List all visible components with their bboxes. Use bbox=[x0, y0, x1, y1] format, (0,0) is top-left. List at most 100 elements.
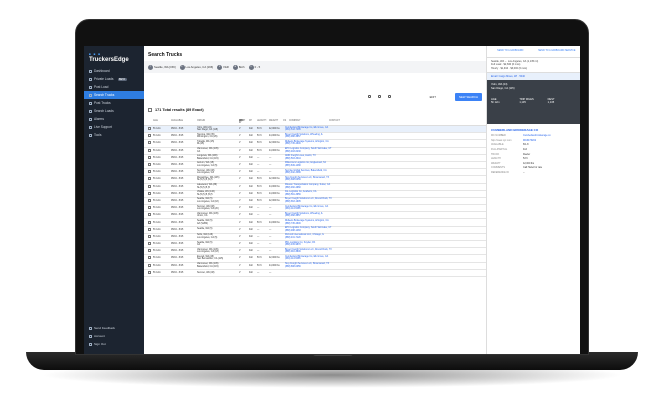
sidebar-item-live-support[interactable]: Live Support bbox=[84, 123, 144, 131]
row-company[interactable]: Cumberland Brokerage Co, Elk Grove, CA (6… bbox=[285, 127, 365, 132]
stat-value: 1,135 bbox=[519, 101, 526, 105]
table-row[interactable]: 5h 12m 05/16 - 8/15 Vancouver, WA (145) Los… bbox=[144, 248, 486, 256]
table-row[interactable]: 5h 12m 05/16 - 8/15 Sumner, WA (48) Los Ang… bbox=[144, 205, 486, 213]
row-weight: 42,000 lbs bbox=[269, 178, 280, 181]
sidebar-icon bbox=[89, 69, 92, 73]
row-company[interactable]: PDL Logistics Co, Snyder, PA (888) 434-98… bbox=[285, 242, 365, 247]
row-destination: CA bbox=[197, 244, 201, 247]
row-company[interactable]: Ridleelo Brokerage Systems, Arlington, C… bbox=[285, 220, 365, 225]
sidebar-item-alarms[interactable]: Alarms bbox=[84, 115, 144, 123]
print-icon[interactable] bbox=[388, 95, 391, 98]
table-row[interactable]: 5h 12m 05/16 - 8/15 Vancouver, WA (145) CA V… bbox=[144, 148, 486, 155]
table-row[interactable]: 5h 12m 05/16 - 8/15 Longview, WA (109) Bake… bbox=[144, 155, 486, 162]
column-header[interactable]: LENGTH bbox=[257, 120, 269, 125]
row-company[interactable]: AMD Freight Lines, Austin, TX (888) 503-3… bbox=[285, 155, 365, 160]
table-row[interactable]: 5h 12m 05/16 - 8/15 Wenatchee, WA (145) SL(… bbox=[144, 176, 486, 184]
sidebar-item-label: Search Trucks bbox=[94, 93, 115, 97]
company-phone: (888) 745-4646 bbox=[285, 143, 301, 146]
row-company[interactable]: Buyer Freight Solutions, Wheeling, IL (88… bbox=[285, 134, 365, 139]
column-header[interactable]: FP bbox=[249, 120, 257, 125]
destination-filter[interactable]: F Los Angeles, CA [196] bbox=[179, 64, 213, 70]
row-company[interactable]: Cumberland Brokerage Co, Elk Grove, CA (6… bbox=[285, 206, 365, 211]
checkbox-icon bbox=[148, 170, 151, 174]
row-destination: Los Angeles, CA (18) bbox=[197, 200, 219, 203]
row-company[interactable]: Buyer Freight Solutions LLC, Round Rock,… bbox=[285, 198, 365, 203]
table-row[interactable]: 5h 12m 05/16 - 8/15 Tukwila, WA (15) DL(15)… bbox=[144, 140, 486, 148]
row-company[interactable]: Ridleelo Brokerage Systems, Arlington, C… bbox=[285, 141, 365, 146]
checkbox-icon bbox=[148, 213, 151, 217]
sidebar-item-search-loads[interactable]: Search Loads bbox=[84, 107, 144, 115]
row-available: 05/16 - 8/15 bbox=[171, 171, 184, 174]
table-row[interactable]: 5h 12m 05/16 - 8/15 Tacoma, WA (35) Wilming… bbox=[144, 133, 486, 141]
age-filter[interactable]: ⏱ 0 - 5 bbox=[248, 64, 260, 70]
sidebar-item-post-trucks[interactable]: Post Trucks bbox=[84, 99, 144, 107]
beta-badge: BETA bbox=[117, 77, 127, 81]
table-row[interactable]: 5h 12m 05/16 - 8/15 Auburn, WA (15) Los Ang… bbox=[144, 162, 486, 170]
sidebar-bottom-account[interactable]: Account bbox=[84, 332, 144, 340]
sidebar-item-private-loads[interactable]: Private Loads BETA bbox=[84, 75, 144, 83]
search-filters[interactable]: T Seattle, WA [159] F Los Angeles, CA [196… bbox=[144, 61, 486, 73]
table-row[interactable]: 5h 12m 05/16 - 8/15 Vidalia, WA (146) SL(5,… bbox=[144, 191, 486, 198]
row-available: 05/16 - 8/15 bbox=[171, 257, 184, 260]
row-company[interactable]: Cumberland Brokerage Co, Elk Grove, CA (6… bbox=[285, 256, 365, 261]
row-company[interactable]: Stoy Freight Services LLC, Brownwood, TX… bbox=[285, 263, 365, 268]
sidebar-item-dashboard[interactable]: Dashboard bbox=[84, 67, 144, 75]
row-available: 05/16 - 8/15 bbox=[171, 164, 184, 167]
column-header[interactable]: AGE bbox=[153, 120, 171, 125]
table-row[interactable]: 5h 12m 05/16 - 8/15 Seattle, WA (5) V Full — —… bbox=[144, 227, 486, 234]
row-company[interactable]: Buyer Freight Solutions, Wheeling, IL (88… bbox=[285, 213, 365, 218]
table-row[interactable]: 5h 12m 05/16 - 8/15 Yelm, WA (24) San Diego… bbox=[144, 126, 486, 134]
table-row[interactable]: 5h 12m 05/16 - 8/15 Seattle, WA (5) CA V Full… bbox=[144, 241, 486, 249]
new-search-button[interactable]: NEW SEARCH bbox=[455, 93, 482, 101]
row-company[interactable]: EPC Logistics Company, South Salt Lake, … bbox=[285, 148, 365, 153]
table-row[interactable]: 5h 12m 05/16 - 8/15 Vancouver, WA (145) Bak… bbox=[144, 263, 486, 270]
row-equipment: V bbox=[239, 185, 241, 188]
row-company[interactable]: Mission Transportation Company, Sutter, … bbox=[285, 184, 365, 189]
row-company[interactable]: Buyer Freight Solutions LLC, Round Rock,… bbox=[285, 249, 365, 254]
equipment-filter[interactable]: R V&R bbox=[217, 64, 229, 70]
company-name[interactable]: CUMBERLAND BROKERAGE CO bbox=[487, 124, 580, 134]
table-row[interactable]: 5h 12m 05/16 - 8/15 Lakewood, WA (39) SL(5,… bbox=[144, 184, 486, 191]
row-weight: 42,000 lbs bbox=[269, 128, 280, 131]
table-row[interactable]: 5h 12m 05/16 - 8/15 Sumner, WA (48) Los Ang… bbox=[144, 169, 486, 177]
column-header[interactable]: CONTACT bbox=[329, 120, 340, 125]
email-bar[interactable]: Email: Cargo Mixes, WI · 5040 bbox=[487, 73, 580, 81]
select-all-checkbox[interactable] bbox=[148, 108, 152, 112]
mode-filter[interactable]: A Both bbox=[232, 64, 245, 70]
row-company[interactable]: Stoy Freight Services LLC, Brownwood, TX… bbox=[285, 177, 365, 182]
column-header[interactable]: AVAILABLE bbox=[171, 120, 197, 125]
company-phone: (888) 808-0056 bbox=[285, 179, 301, 182]
row-weight: 44,000 lbs bbox=[269, 135, 280, 138]
row-company[interactable]: IGL Logistics Co, Anaheim, CA (888) 591-3… bbox=[285, 191, 365, 196]
sidebar-item-search-trucks[interactable]: Search Trucks bbox=[84, 91, 144, 99]
sidebar-bottom-send-feedback[interactable]: Send Feedback bbox=[84, 324, 144, 332]
sidebar-item-post-load[interactable]: Post Load bbox=[84, 83, 144, 91]
table-row[interactable]: 5h 12m 05/16 - 8/15 Sollo, WA (146) Los Ang… bbox=[144, 234, 486, 241]
table-row[interactable]: 5h 12m 05/16 - 8/15 Seattle, WA (5) AZ (SLB… bbox=[144, 219, 486, 227]
row-company[interactable]: Millennium Logistics Inc, Englewood, NJ(… bbox=[285, 162, 365, 167]
column-header[interactable]: WEIGHT bbox=[269, 120, 283, 125]
table-row[interactable]: 5h 12m 05/16 - 8/15 Everett, WA (28) San Be… bbox=[144, 255, 486, 263]
column-header[interactable]: ORIGIN bbox=[197, 120, 239, 125]
edit-button[interactable]: EDIT bbox=[430, 95, 436, 99]
send-loadboard-tab[interactable]: SEND TO LOADBOARD bbox=[487, 46, 534, 57]
refresh-icon[interactable] bbox=[368, 95, 371, 98]
row-fp: Full bbox=[249, 178, 253, 181]
origin-filter[interactable]: T Seattle, WA [159] bbox=[148, 64, 176, 70]
column-header[interactable]: EQP bbox=[239, 120, 249, 125]
column-header[interactable]: COMPANY bbox=[289, 120, 329, 125]
row-route: Wenatchee, WA (145) SL(5,(5,(5,(5,(5 bbox=[197, 177, 239, 182]
alarm-icon[interactable] bbox=[378, 95, 381, 98]
route-destination: San Diego, CA (115) bbox=[491, 86, 515, 90]
table-row[interactable]: 5h 12m 05/16 - 8/15 Vancouver, WA (145) Uni… bbox=[144, 212, 486, 220]
app-logo[interactable]: ■ ■ ■ TruckersEdge bbox=[84, 46, 144, 67]
sidebar-item-tools[interactable]: Tools bbox=[84, 131, 144, 139]
row-company[interactable]: EPC Logistics Company, South Salt Lake, … bbox=[285, 227, 365, 232]
row-company[interactable]: Sunrise Global Services, Bakersfield, CA… bbox=[285, 170, 365, 175]
table-row[interactable]: 5h 12m 05/16 - 8/15 Seattle, WA (5) Los Ang… bbox=[144, 198, 486, 206]
row-length: 53 ft bbox=[257, 192, 262, 195]
sidebar-bottom-sign-out[interactable]: Sign Out bbox=[84, 340, 144, 348]
send-loadboard-service-tab[interactable]: SEND TO LOADBOARD SERVICE bbox=[534, 46, 581, 57]
table-row[interactable]: 5h 12m 05/16 - 8/15 Sumner, WA (48) V Full — — bbox=[144, 270, 486, 277]
row-company[interactable]: McCord International LLC, Chicago, IL (88… bbox=[285, 234, 365, 239]
